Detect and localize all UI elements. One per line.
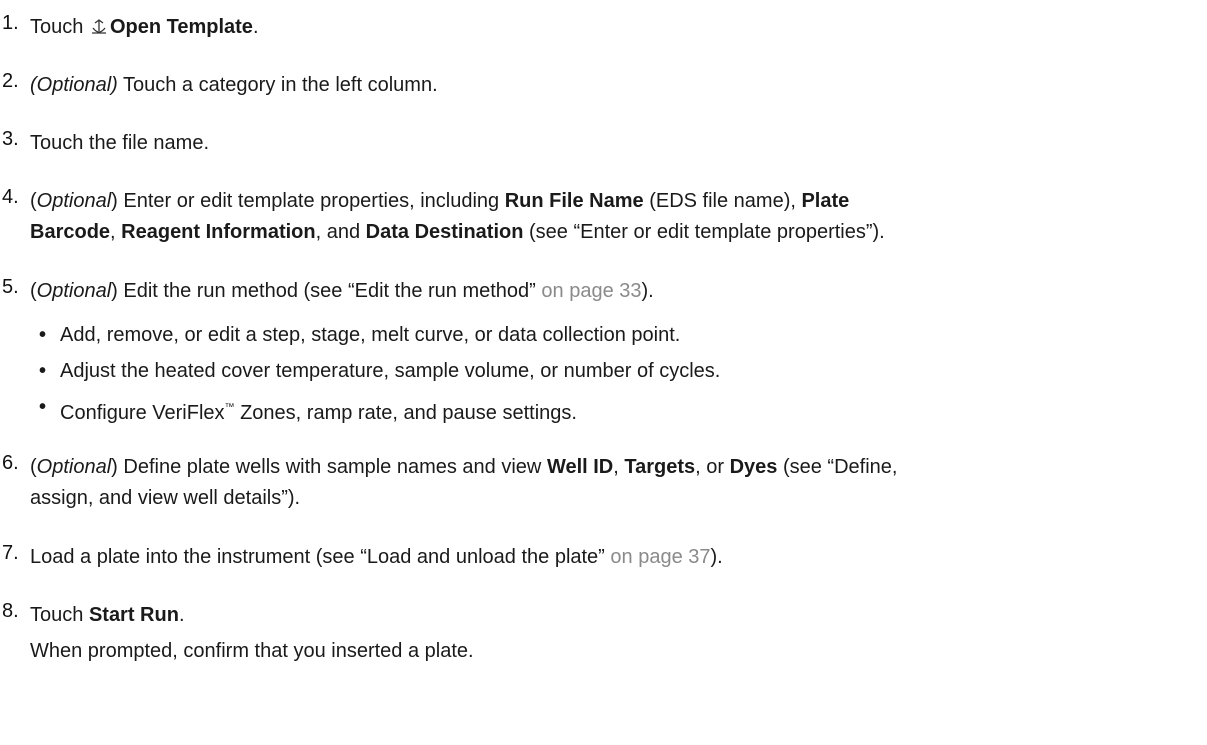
optional-label: Optional: [36, 456, 112, 478]
step-text: (Optional) Touch a category in the left …: [30, 70, 1200, 101]
step-number: 7.: [2, 542, 19, 564]
page-link[interactable]: on page 37: [605, 546, 710, 568]
text: , and: [315, 221, 366, 243]
text: ,: [110, 221, 122, 243]
bullet-text: Configure VeriFlex™ Zones, ramp rate, an…: [60, 392, 1190, 429]
bullet: •: [39, 324, 47, 346]
text: (EDS file name),: [643, 190, 802, 212]
step-text: Touch the file name.: [30, 132, 209, 154]
step-number: 4.: [2, 186, 19, 208]
step-note: When prompted, confirm that you inserted…: [30, 640, 474, 662]
page-link[interactable]: on page 33: [536, 280, 641, 302]
step-number: 2.: [2, 70, 19, 92]
step-text-main: Touch a category in the left column.: [117, 74, 438, 96]
trademark: ™: [224, 402, 235, 413]
text: ) Define plate wells with sample names a…: [111, 456, 547, 478]
optional-label: Optional: [36, 280, 112, 302]
punct: .: [252, 16, 259, 38]
bullet-text: Add, remove, or edit a step, stage, melt…: [60, 324, 681, 346]
data-destination-label: Data Destination: [365, 221, 524, 243]
step-number: 8.: [2, 600, 19, 622]
text: ).: [641, 280, 654, 302]
text: (see “Define,: [777, 456, 898, 478]
bullet-text: Adjust the heated cover temperature, sam…: [60, 360, 721, 382]
start-run-label: Start Run: [88, 604, 179, 626]
text: (: [30, 456, 37, 478]
step-text: Load a plate into the instrument (see “L…: [30, 542, 1200, 573]
bullet: •: [39, 396, 47, 418]
optional-label: Optional: [36, 190, 112, 212]
run-file-name-label: Run File Name: [504, 190, 644, 212]
text: Zones, ramp rate, and pause settings.: [234, 402, 577, 424]
text: assign, and view well details”).: [30, 487, 301, 509]
step-text-prefix: Touch: [30, 16, 84, 38]
open-template-icon: [91, 19, 106, 34]
step-number: 5.: [2, 276, 19, 298]
step-text: Touch Start Run.: [30, 600, 1200, 631]
text: Load a plate into the instrument (see “L…: [30, 546, 605, 568]
text: Configure VeriFlex: [60, 402, 225, 424]
text: Touch: [30, 604, 89, 626]
text: ) Enter or edit template properties, inc…: [111, 190, 505, 212]
step-text: Touch Open Template.: [30, 12, 1200, 43]
plate-barcode-label-cont: Barcode: [30, 221, 111, 243]
step-number: 6.: [2, 452, 19, 474]
text: (: [30, 280, 37, 302]
step-number: 3.: [2, 128, 19, 150]
targets-label: Targets: [624, 456, 696, 478]
step-text: (Optional) Edit the run method (see “Edi…: [30, 276, 1200, 307]
text: ).: [710, 546, 723, 568]
bullet: •: [39, 360, 47, 382]
text: ,: [613, 456, 625, 478]
dyes-label: Dyes: [729, 456, 778, 478]
text: (see “Enter or edit template properties”…: [523, 221, 885, 243]
step-text: (Optional) Define plate wells with sampl…: [30, 452, 1200, 514]
text: (: [30, 190, 37, 212]
text: , or: [695, 456, 730, 478]
step-number: 1.: [2, 12, 19, 34]
optional-label: (Optional): [30, 74, 118, 96]
open-template-label: Open Template: [109, 16, 253, 38]
step-text: (Optional) Enter or edit template proper…: [30, 186, 1200, 248]
well-id-label: Well ID: [546, 456, 614, 478]
text: ) Edit the run method (see “Edit the run…: [111, 280, 536, 302]
plate-barcode-label: Plate: [801, 190, 850, 212]
text: .: [178, 604, 185, 626]
reagent-information-label: Reagent Information: [121, 221, 316, 243]
